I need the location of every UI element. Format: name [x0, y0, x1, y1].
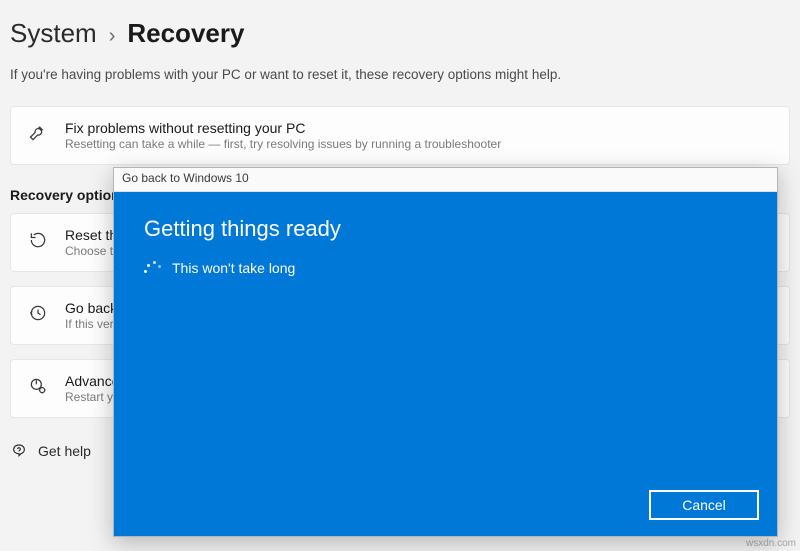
breadcrumb-current: Recovery [127, 18, 244, 49]
reset-icon [27, 229, 49, 251]
go-back-dialog: Go back to Windows 10 Getting things rea… [113, 167, 778, 537]
dialog-body: Getting things ready This won't take lon… [114, 192, 777, 536]
power-gear-icon [27, 375, 49, 397]
breadcrumb-parent[interactable]: System [10, 18, 97, 49]
cancel-button[interactable]: Cancel [649, 490, 759, 520]
fix-problems-card[interactable]: Fix problems without resetting your PC R… [10, 106, 790, 165]
dialog-message: This won't take long [172, 260, 295, 276]
history-icon [27, 302, 49, 324]
chevron-right-icon: › [109, 25, 116, 48]
watermark: wsxdn.com [746, 538, 796, 549]
fix-problems-title: Fix problems without resetting your PC [65, 120, 773, 136]
fix-problems-desc: Resetting can take a while — first, try … [65, 137, 773, 151]
dialog-titlebar[interactable]: Go back to Windows 10 [114, 168, 777, 192]
get-help-label: Get help [38, 443, 91, 459]
help-icon [10, 442, 28, 460]
wrench-icon [27, 122, 49, 144]
spinner-icon [144, 260, 160, 276]
breadcrumb: System › Recovery [0, 0, 800, 57]
dialog-progress-row: This won't take long [144, 260, 747, 276]
dialog-heading: Getting things ready [144, 216, 747, 242]
page-subtitle: If you're having problems with your PC o… [0, 57, 800, 106]
